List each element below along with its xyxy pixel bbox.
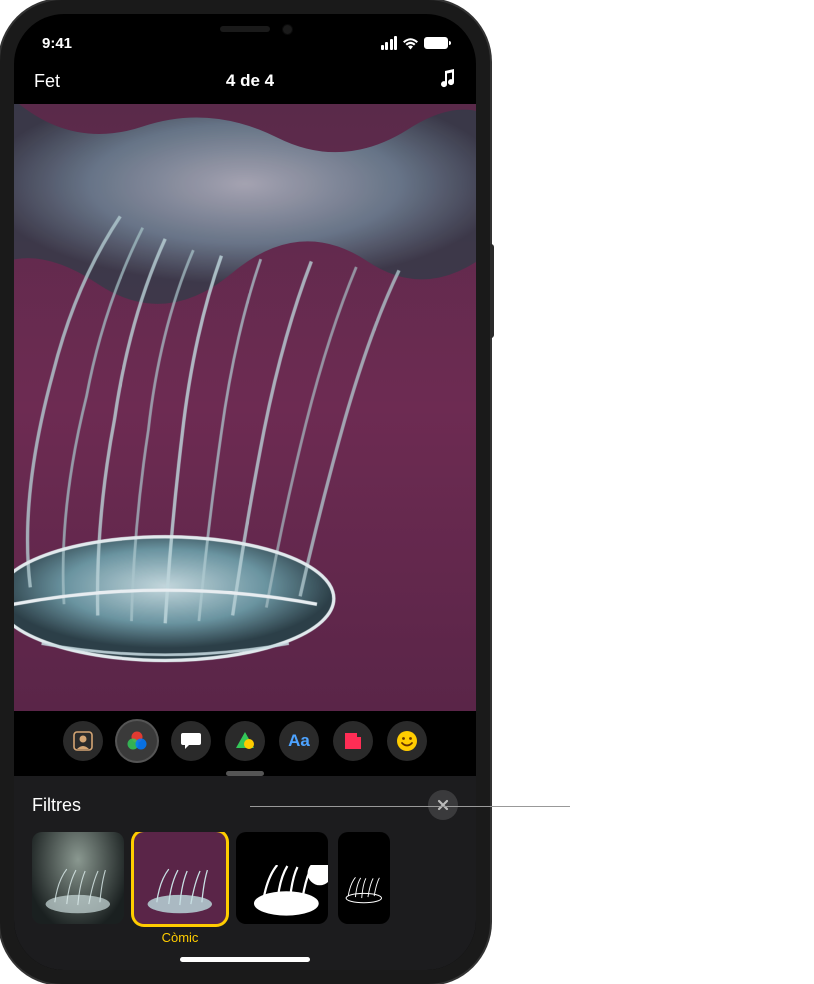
cellular-signal-icon	[381, 36, 398, 50]
status-time: 9:41	[42, 35, 72, 52]
image-preview[interactable]	[14, 104, 476, 711]
home-indicator[interactable]	[180, 957, 310, 962]
filter-item[interactable]	[32, 832, 124, 946]
filter-item[interactable]	[236, 832, 328, 946]
filter-thumb[interactable]	[338, 832, 390, 924]
speaker-grille	[220, 26, 270, 32]
text-style-button[interactable]: Aa	[279, 721, 319, 761]
power-button	[490, 244, 494, 338]
callout-line	[250, 806, 570, 807]
notch	[145, 14, 345, 44]
music-button[interactable]	[440, 68, 456, 94]
filter-thumbnails[interactable]: Còmic	[14, 832, 476, 946]
filter-item[interactable]	[338, 832, 390, 946]
phone-frame: 9:41 Fet 4 de 4	[0, 0, 490, 984]
close-filters-button[interactable]	[428, 790, 458, 820]
filter-thumb-selected[interactable]	[134, 832, 226, 924]
shapes-button[interactable]	[225, 721, 265, 761]
stickers-button[interactable]	[333, 721, 373, 761]
filter-label: Còmic	[162, 930, 199, 946]
memoji-button[interactable]	[63, 721, 103, 761]
emoji-button[interactable]	[387, 721, 427, 761]
page-title: 4 de 4	[226, 71, 274, 91]
filters-button[interactable]	[117, 721, 157, 761]
screen: 9:41 Fet 4 de 4	[14, 14, 476, 970]
filter-thumb[interactable]	[32, 832, 124, 924]
nav-bar: Fet 4 de 4	[14, 58, 476, 104]
done-button[interactable]: Fet	[34, 71, 60, 92]
wifi-icon	[402, 37, 419, 50]
status-indicators	[381, 36, 449, 50]
filters-title: Filtres	[32, 795, 81, 816]
front-camera	[282, 24, 293, 35]
filter-item[interactable]: Còmic	[134, 832, 226, 946]
filter-thumb[interactable]	[236, 832, 328, 924]
text-bubble-button[interactable]	[171, 721, 211, 761]
battery-icon	[424, 37, 448, 49]
effects-toolbar: Aa	[14, 711, 476, 767]
